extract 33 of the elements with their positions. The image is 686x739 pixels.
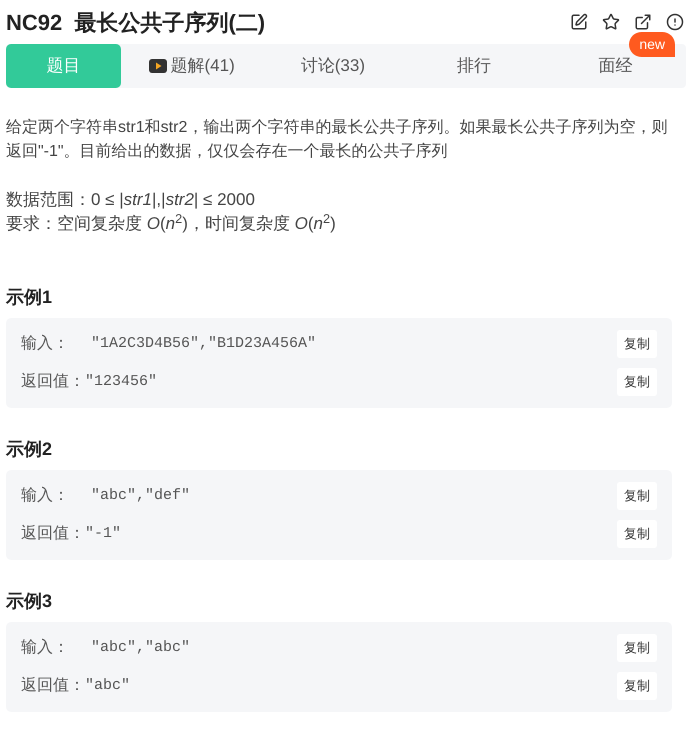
copy-button[interactable]: 复制 <box>617 634 657 662</box>
star-icon[interactable] <box>602 13 620 31</box>
tab[interactable]: 讨论(33) <box>262 44 404 88</box>
field-value: "abc" <box>85 676 132 696</box>
field-value: "123456" <box>85 372 158 392</box>
field-label: 输入： <box>21 638 70 658</box>
copy-button[interactable]: 复制 <box>617 520 657 548</box>
share-icon[interactable] <box>634 13 652 31</box>
field-value: "1A2C3D4B56","B1D23A456A" <box>91 334 318 354</box>
field-value: "-1" <box>85 524 122 544</box>
new-badge: new <box>629 32 675 57</box>
field-label: 返回值： <box>21 676 85 696</box>
report-icon[interactable] <box>666 13 684 31</box>
example-heading: 示例3 <box>6 590 54 613</box>
field-label: 输入： <box>21 334 70 354</box>
data-range: 数据范围：0 ≤ |str1|,|str2| ≤ 2000 <box>6 189 256 211</box>
edit-icon[interactable] <box>570 13 588 31</box>
problem-description: 给定两个字符串str1和str2，输出两个字符串的最长公共子序列。如果最长公共子序列为空，则返回"-1"。目前给出的数据，仅仅会存在一个最长的公共子序列 <box>6 118 668 162</box>
tab[interactable]: 排行 <box>404 44 545 88</box>
copy-button[interactable]: 复制 <box>617 368 657 396</box>
field-value: "abc","def" <box>91 486 192 506</box>
field-label: 返回值： <box>21 524 85 544</box>
copy-button[interactable]: 复制 <box>617 482 657 510</box>
example-heading: 示例2 <box>6 438 54 461</box>
copy-button[interactable]: 复制 <box>617 330 657 358</box>
problem-title: NC92 最长公共子序列(二) <box>6 8 266 37</box>
field-label: 返回值： <box>21 372 85 392</box>
tab[interactable]: 题解(41) <box>121 44 262 88</box>
example-heading: 示例1 <box>6 286 54 309</box>
copy-button[interactable]: 复制 <box>617 672 657 700</box>
field-value: "abc","abc" <box>91 638 192 658</box>
complexity-requirement: 要求：空间复杂度 O(n$^{2}$)，时间复杂度 O(n$^{2}$) <box>6 212 337 235</box>
field-label: 输入： <box>21 486 70 506</box>
